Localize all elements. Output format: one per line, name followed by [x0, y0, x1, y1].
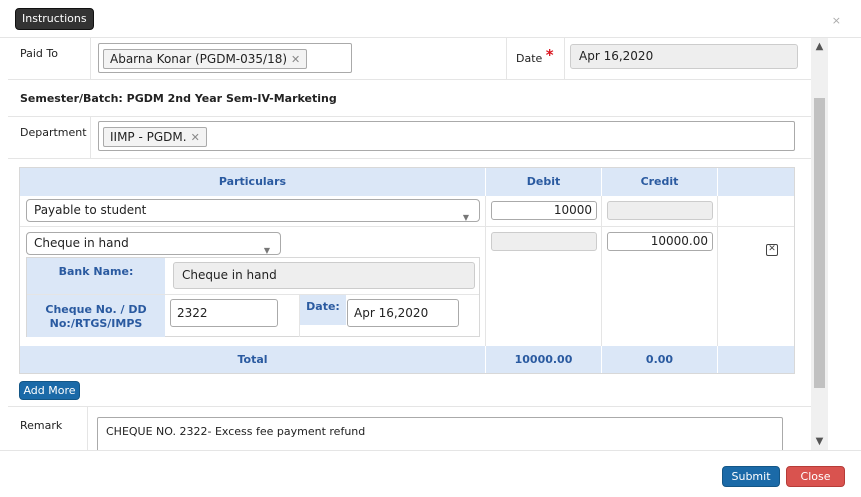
bank-name-label: Bank Name:: [27, 258, 165, 294]
debit-header: Debit: [486, 168, 601, 196]
particulars-table: Particulars Debit Credit Payable to stud…: [19, 167, 795, 374]
paid-to-select[interactable]: Abarna Konar (PGDM-035/18) ✕: [98, 43, 352, 73]
total-action-cell: [718, 346, 794, 373]
remark-textarea[interactable]: CHEQUE NO. 2322- Excess fee payment refu…: [97, 417, 783, 450]
particular-select-1[interactable]: Payable to student ▼: [26, 199, 480, 222]
scroll-down-icon[interactable]: ▼: [811, 433, 828, 450]
close-button[interactable]: Close: [786, 466, 845, 487]
paid-to-tag-label: Abarna Konar (PGDM-035/18): [110, 52, 288, 66]
debit-input-1[interactable]: 10000: [491, 201, 597, 220]
action-header: [718, 168, 794, 196]
particular-select-2[interactable]: Cheque in hand ▼: [26, 232, 281, 255]
date-field: Apr 16,2020: [570, 44, 798, 69]
bank-name-field: Cheque in hand: [173, 262, 475, 289]
remove-tag-icon[interactable]: ✕: [191, 131, 200, 144]
paid-to-label: Paid To: [20, 47, 58, 60]
credit-input-2[interactable]: 10000.00: [607, 232, 713, 251]
total-credit: 0.00: [602, 346, 717, 373]
bank-details-box: Bank Name: Cheque in hand Cheque No. / D…: [26, 257, 480, 337]
total-label: Total: [20, 346, 485, 373]
department-select[interactable]: IIMP - PGDM. ✕: [98, 121, 795, 151]
paid-to-row: Paid To Abarna Konar (PGDM-035/18) ✕ Date…: [8, 38, 811, 80]
date-label: Date *: [516, 46, 554, 65]
semester-row: Semester/Batch: PGDM 2nd Year Sem-IV-Mar…: [8, 80, 811, 117]
close-icon[interactable]: ×: [832, 14, 841, 27]
particular-select-2-value: Cheque in hand: [34, 236, 129, 250]
cheque-date-label: Date:: [300, 295, 346, 325]
remark-label: Remark: [20, 419, 63, 432]
scroll-up-icon[interactable]: ▲: [811, 38, 828, 55]
modal-footer: Submit Close: [0, 450, 861, 497]
required-mark: *: [545, 46, 554, 64]
particulars-header: Particulars: [20, 168, 485, 196]
semester-batch-text: Semester/Batch: PGDM 2nd Year Sem-IV-Mar…: [20, 92, 337, 105]
department-tag-label: IIMP - PGDM.: [110, 130, 187, 144]
modal-header: Instructions ×: [0, 0, 861, 38]
department-row: Department IIMP - PGDM. ✕: [8, 117, 811, 159]
total-debit: 10000.00: [486, 346, 601, 373]
scrollbar[interactable]: ▲ ▼: [811, 38, 828, 450]
cheque-no-input[interactable]: 2322: [170, 299, 278, 327]
cheque-no-label: Cheque No. / DD No:/RTGS/IMPS: [27, 295, 165, 337]
debit-input-2: [491, 232, 597, 251]
instructions-button[interactable]: Instructions: [15, 8, 94, 30]
remove-row-icon[interactable]: ✕: [766, 244, 778, 256]
add-more-button[interactable]: Add More: [19, 381, 80, 400]
department-tag: IIMP - PGDM. ✕: [103, 127, 207, 147]
chevron-down-icon: ▼: [462, 213, 469, 222]
credit-header: Credit: [602, 168, 717, 196]
cheque-date-input[interactable]: Apr 16,2020: [347, 299, 459, 327]
paid-to-tag: Abarna Konar (PGDM-035/18) ✕: [103, 49, 308, 69]
remove-tag-icon[interactable]: ✕: [291, 53, 300, 66]
modal-body: Paid To Abarna Konar (PGDM-035/18) ✕ Date…: [8, 38, 811, 450]
scrollbar-thumb[interactable]: [814, 98, 825, 388]
particular-select-1-value: Payable to student: [34, 203, 147, 217]
department-label: Department: [20, 126, 87, 139]
credit-input-1: [607, 201, 713, 220]
submit-button[interactable]: Submit: [722, 466, 780, 487]
